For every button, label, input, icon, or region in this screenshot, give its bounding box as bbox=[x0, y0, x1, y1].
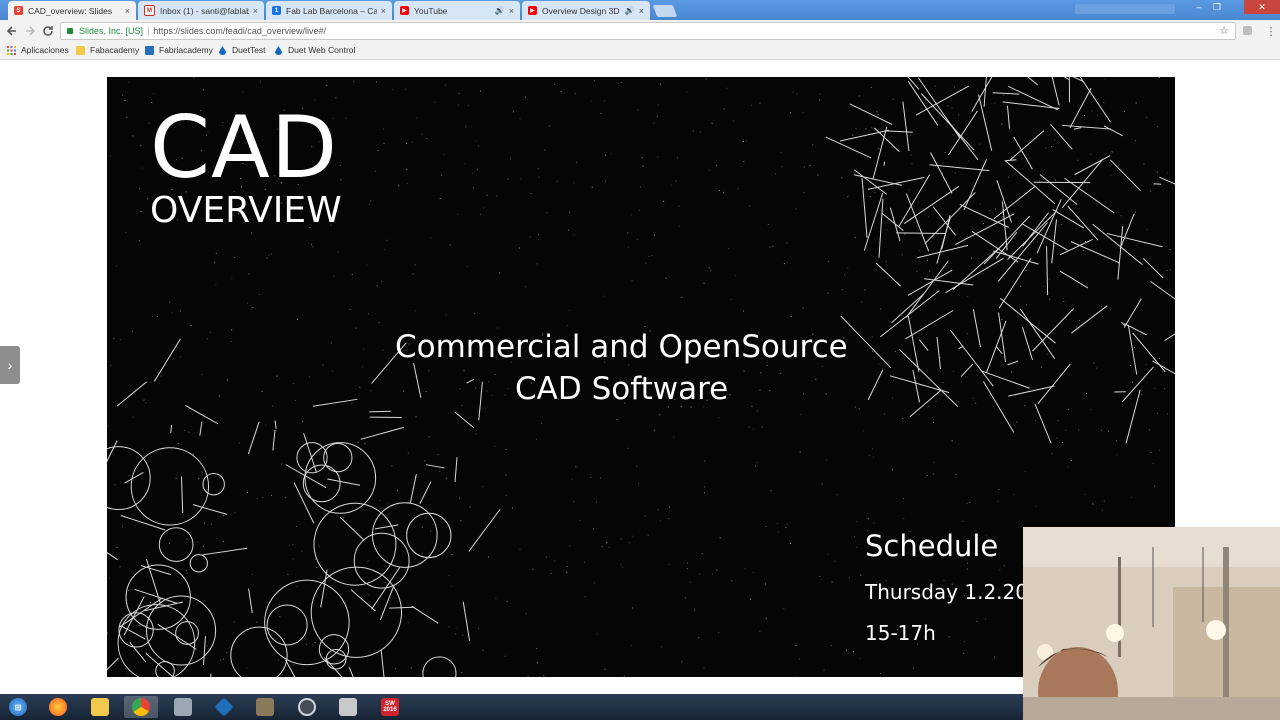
minimize-button[interactable]: – bbox=[1190, 0, 1208, 14]
bookmark-label: Duet Web Control bbox=[288, 45, 356, 55]
blender-icon bbox=[298, 698, 316, 716]
youtube-icon: ▶ bbox=[528, 6, 537, 15]
webcam-overlay bbox=[1023, 527, 1280, 720]
tab-fab-lab-barcelona[interactable]: 1 Fab Lab Barcelona – Cal × bbox=[266, 1, 392, 20]
youtube-icon: ▶ bbox=[400, 6, 409, 15]
browser-toolbar: Slides, Inc. [US] | https://slides.com/f… bbox=[0, 20, 1280, 42]
address-bar[interactable]: Slides, Inc. [US] | https://slides.com/f… bbox=[60, 22, 1236, 40]
slide-heading-line-1: Commercial and OpenSource bbox=[395, 329, 848, 365]
taskbar-rhino[interactable] bbox=[248, 696, 282, 718]
tab-title: CAD_overview: Slides bbox=[28, 5, 113, 16]
close-tab-icon[interactable]: × bbox=[125, 6, 130, 16]
bookmarks-bar: Aplicaciones Fabacademy Fabriacademy Due… bbox=[0, 42, 1280, 60]
bookmark-fabacademy[interactable]: Fabacademy bbox=[76, 45, 139, 55]
chevron-right-icon: › bbox=[7, 357, 13, 373]
tab-overview-design-3d[interactable]: ▶ Overview Design 3D 🔊 × bbox=[522, 1, 650, 20]
url-text: https://slides.com/feadi/cad_overview/li… bbox=[153, 26, 326, 36]
schedule-heading: Schedule bbox=[865, 529, 999, 563]
fusion-icon bbox=[214, 697, 234, 717]
slide-sidebar-toggle[interactable]: › bbox=[0, 346, 20, 384]
apps-grid-icon bbox=[7, 45, 16, 55]
back-arrow-icon bbox=[6, 26, 16, 36]
bookmark-label: Fabriacademy bbox=[159, 45, 213, 55]
extension-icon[interactable] bbox=[1243, 26, 1252, 35]
slide-subtitle: OVERVIEW bbox=[150, 190, 342, 231]
taskbar-blender[interactable] bbox=[290, 696, 324, 718]
duet-icon bbox=[219, 45, 226, 55]
start-button[interactable]: ⊞ bbox=[1, 696, 35, 718]
audio-playing-icon[interactable]: 🔊 bbox=[495, 6, 505, 15]
bookmark-duettest[interactable]: DuetTest bbox=[218, 45, 266, 55]
webcam-video bbox=[1023, 527, 1280, 720]
taskbar-chrome[interactable] bbox=[124, 696, 158, 718]
file-explorer-icon bbox=[91, 698, 109, 716]
chrome-icon bbox=[132, 698, 150, 716]
tab-title: Inbox (1) - santi@fablab bbox=[160, 5, 249, 16]
duet-icon bbox=[275, 45, 282, 55]
browser-tab-strip: S CAD_overview: Slides × M Inbox (1) - s… bbox=[0, 0, 1280, 20]
gmail-icon: M bbox=[144, 5, 155, 16]
reload-button[interactable] bbox=[39, 22, 57, 40]
close-tab-icon[interactable]: × bbox=[639, 6, 644, 16]
rhino-icon bbox=[256, 698, 274, 716]
slide-heading-line-2: CAD Software bbox=[515, 371, 729, 407]
taskbar-fusion[interactable] bbox=[207, 696, 241, 718]
tab-title: YouTube bbox=[414, 5, 448, 16]
reload-icon bbox=[43, 26, 53, 36]
firefox-icon bbox=[49, 698, 67, 716]
secure-site-label: Slides, Inc. [US] bbox=[79, 26, 144, 36]
fabricademy-icon bbox=[145, 45, 154, 55]
audio-playing-icon[interactable]: 🔊 bbox=[625, 6, 635, 15]
windows-start-icon: ⊞ bbox=[9, 698, 27, 716]
lock-icon bbox=[67, 28, 73, 34]
star-icon[interactable]: ☆ bbox=[1219, 24, 1229, 37]
slides-icon: S bbox=[14, 6, 23, 15]
taskbar-cad-tool[interactable] bbox=[166, 696, 200, 718]
schedule-date: Thursday 1.2.20 bbox=[865, 580, 1028, 604]
chrome-menu-button[interactable]: ⋮ bbox=[1262, 22, 1280, 40]
forward-button[interactable] bbox=[21, 22, 39, 40]
taskbar-solidworks-2016[interactable]: SW 2016 bbox=[373, 696, 407, 718]
folder-icon bbox=[76, 45, 85, 55]
new-tab-button[interactable] bbox=[652, 5, 678, 17]
omnibox-separator: | bbox=[147, 26, 150, 36]
profile-button[interactable] bbox=[1075, 4, 1175, 14]
bookmark-duet-web-control[interactable]: Duet Web Control bbox=[274, 45, 355, 55]
close-tab-icon[interactable]: × bbox=[381, 6, 386, 16]
schedule-time: 15-17h bbox=[865, 621, 936, 645]
bookmark-label: Aplicaciones bbox=[21, 45, 69, 55]
taskbar-solidworks[interactable] bbox=[331, 696, 365, 718]
forward-arrow-icon bbox=[26, 26, 36, 36]
bookmark-aplicaciones[interactable]: Aplicaciones bbox=[7, 45, 69, 55]
bookmark-label: Fabacademy bbox=[90, 45, 140, 55]
close-tab-icon[interactable]: × bbox=[509, 6, 514, 16]
calendar-icon: 1 bbox=[272, 6, 281, 15]
window-close-button[interactable]: ✕ bbox=[1244, 0, 1280, 14]
tab-inbox[interactable]: M Inbox (1) - santi@fablab × bbox=[138, 1, 264, 20]
solidworks-2016-icon: SW 2016 bbox=[381, 698, 399, 716]
solidworks-icon bbox=[339, 698, 357, 716]
taskbar-firefox[interactable] bbox=[41, 696, 75, 718]
tab-youtube[interactable]: ▶ YouTube 🔊 × bbox=[394, 1, 520, 20]
cad-tool-icon bbox=[174, 698, 192, 716]
close-tab-icon[interactable]: × bbox=[253, 6, 258, 16]
taskbar-file-explorer[interactable] bbox=[83, 696, 117, 718]
tab-cad-overview[interactable]: S CAD_overview: Slides × bbox=[8, 1, 136, 20]
restore-button[interactable]: ❐ bbox=[1208, 0, 1226, 14]
tab-title: Fab Lab Barcelona – Cal bbox=[286, 5, 377, 16]
windows-taskbar: ⊞ SW 2016 bbox=[0, 694, 1023, 720]
presentation-slide[interactable]: CAD OVERVIEW Commercial and OpenSource C… bbox=[107, 77, 1175, 677]
slide-title: CAD bbox=[150, 98, 339, 198]
bookmark-fabriacademy[interactable]: Fabriacademy bbox=[145, 45, 213, 55]
bookmark-label: DuetTest bbox=[232, 45, 266, 55]
back-button[interactable] bbox=[3, 22, 21, 40]
tab-title: Overview Design 3D bbox=[542, 5, 620, 16]
